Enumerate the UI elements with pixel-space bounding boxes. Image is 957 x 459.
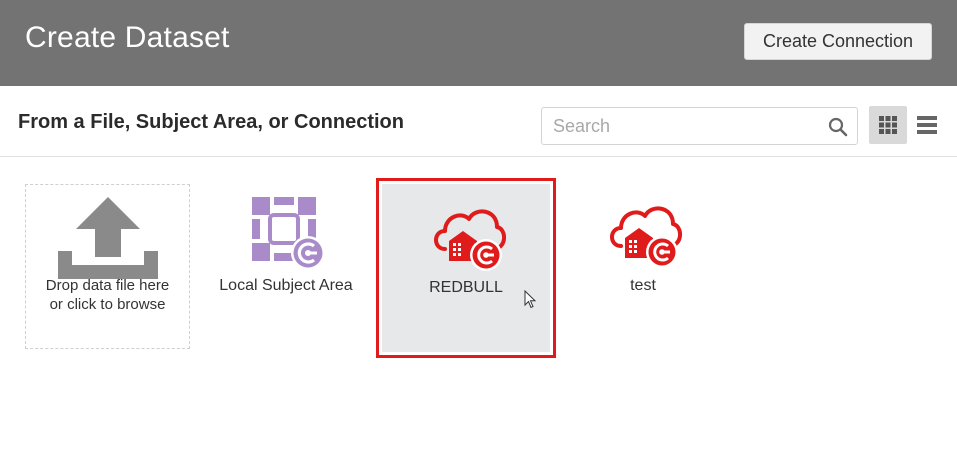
search-input[interactable]	[542, 108, 812, 144]
tile-label: Local Subject Area	[219, 277, 353, 294]
divider	[0, 156, 957, 157]
drop-label-line1: Drop data file here	[45, 277, 170, 294]
oracle-cloud-connection-icon	[610, 206, 682, 268]
drop-label-line2: or click to browse	[49, 296, 166, 313]
grid-view-button[interactable]	[869, 106, 907, 144]
tile-redbull[interactable]: REDBULL	[376, 178, 556, 358]
tile-test[interactable]: test	[567, 190, 719, 310]
oracle-cloud-connection-icon	[434, 209, 506, 271]
file-drop-zone[interactable]: Drop data file here or click to browse	[25, 184, 190, 349]
list-view-button[interactable]	[913, 106, 941, 144]
page-header: Create Dataset Create Connection	[0, 0, 957, 86]
list-icon	[917, 116, 937, 134]
page-title: Create Dataset	[25, 21, 230, 54]
search-icon[interactable]	[828, 117, 848, 137]
upload-icon	[58, 197, 158, 279]
tile-label: test	[630, 277, 656, 294]
tile-local-subject-area[interactable]: Local Subject Area	[210, 190, 362, 310]
cursor-icon	[524, 290, 537, 309]
search-box[interactable]	[541, 107, 858, 145]
grid-icon	[879, 116, 897, 134]
subject-area-icon	[252, 197, 325, 270]
section-title: From a File, Subject Area, or Connection	[18, 111, 404, 133]
create-connection-button[interactable]: Create Connection	[744, 23, 932, 60]
